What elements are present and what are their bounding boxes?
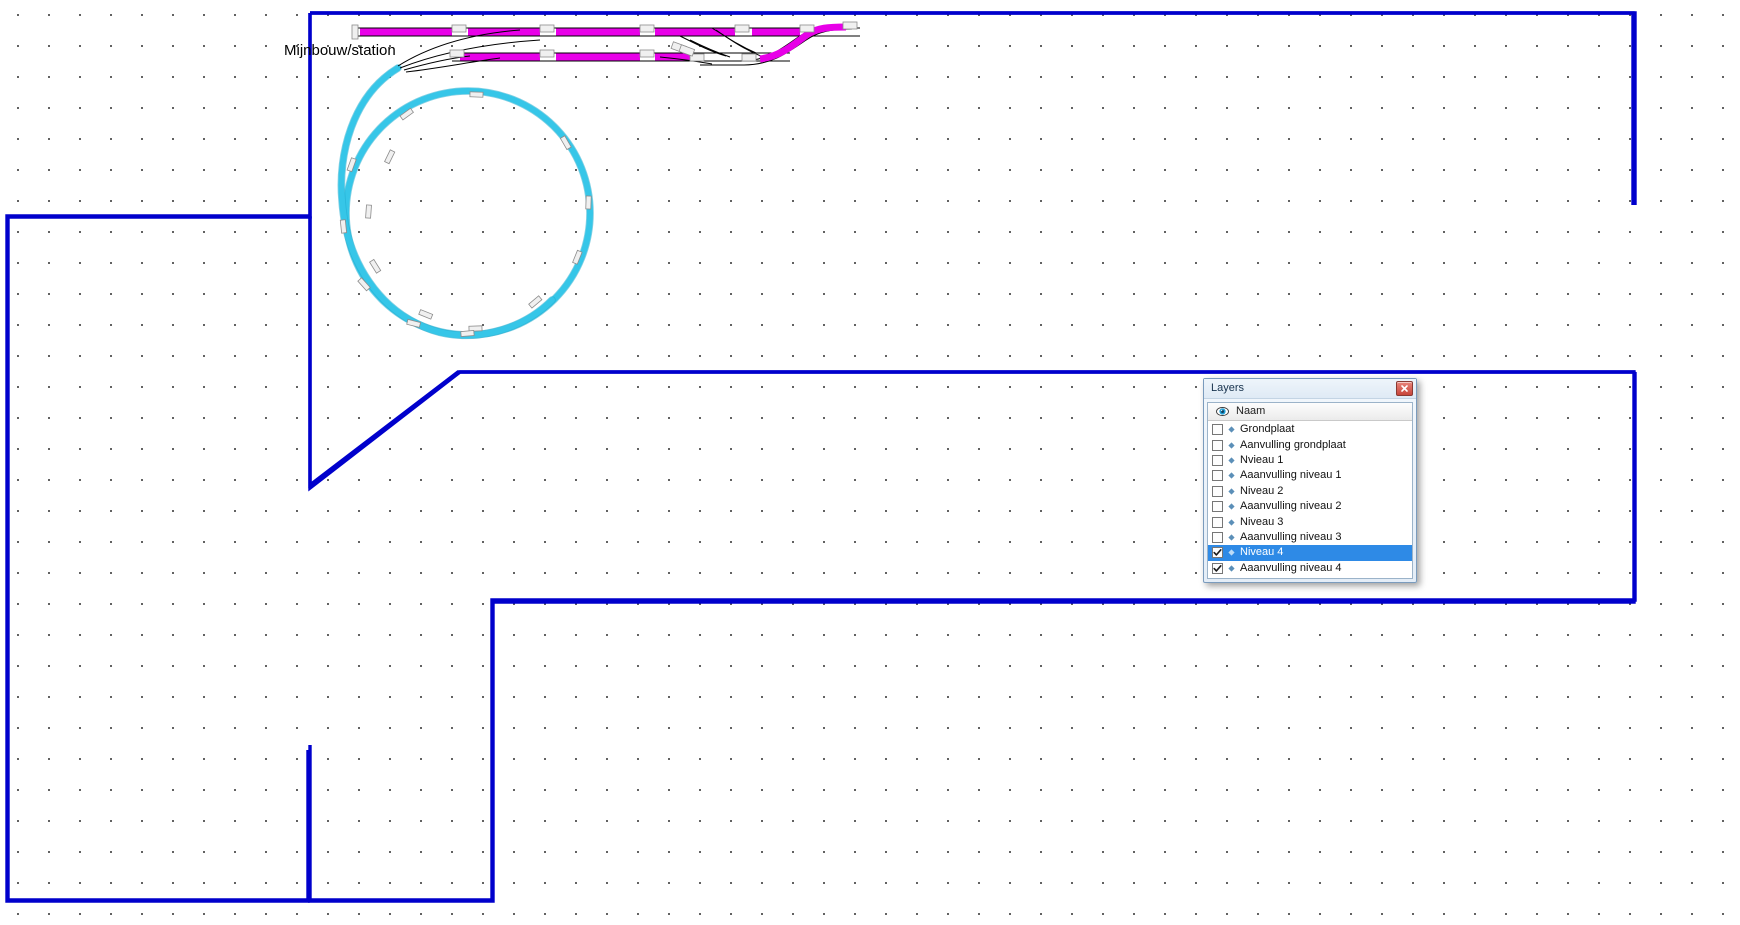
layer-visibility-checkbox[interactable] (1212, 516, 1223, 528)
layer-color-swatch-icon (1227, 472, 1236, 479)
station-yard-tracks[interactable] (351, 21, 860, 73)
layer-color-swatch-icon (1227, 534, 1236, 541)
layer-color-swatch-icon (1227, 488, 1236, 495)
layer-row[interactable]: Niveau 2 (1208, 484, 1412, 499)
layers-panel-body: Naam Grondplaat Aanvulling grondplaat Nvie… (1207, 402, 1413, 579)
baseplate-outline-mid (308, 217, 1635, 489)
eye-icon[interactable] (1211, 406, 1233, 417)
layer-row[interactable]: Aanvulling grondplaat (1208, 437, 1412, 452)
baseplate-outline-left (6, 13, 312, 902)
layer-row[interactable]: Niveau 3 (1208, 514, 1412, 529)
design-canvas[interactable]: .bp { fill:none; stroke:#0000CC; stroke-… (0, 0, 1740, 925)
layer-color-swatch-icon (1227, 457, 1236, 464)
layer-row[interactable]: Aaanvulling niveau 4 (1208, 561, 1412, 576)
layer-row[interactable]: Aaanvulling niveau 2 (1208, 499, 1412, 514)
layers-column-header-name: Naam (1236, 405, 1266, 417)
layers-panel[interactable]: Layers Naam Grondplaat Aanvulling grondp… (1203, 378, 1417, 583)
layer-visibility-checkbox[interactable] (1212, 454, 1223, 466)
layer-visibility-checkbox[interactable] (1212, 547, 1223, 559)
layer-color-swatch-icon (1227, 503, 1236, 510)
layer-name-label: Aaanvulling niveau 2 (1240, 500, 1342, 513)
layer-visibility-checkbox[interactable] (1212, 531, 1223, 543)
close-icon[interactable] (1396, 381, 1413, 396)
layer-color-swatch-icon (1227, 518, 1236, 526)
layer-visibility-checkbox[interactable] (1212, 562, 1223, 574)
layers-panel-title: Layers (1211, 382, 1245, 394)
layer-visibility-checkbox[interactable] (1212, 424, 1223, 436)
layer-row[interactable]: Aaanvulling niveau 1 (1208, 468, 1412, 483)
layer-name-label: Niveau 3 (1240, 515, 1284, 528)
layers-table-header: Naam (1208, 403, 1412, 421)
layers-list[interactable]: Grondplaat Aanvulling grondplaat Nvieau 1 A… (1208, 421, 1412, 578)
layer-visibility-checkbox[interactable] (1212, 485, 1223, 497)
layer-name-label: Niveau 4 (1239, 546, 1412, 560)
layers-panel-titlebar[interactable]: Layers (1204, 379, 1416, 399)
layer-color-swatch-icon (1227, 426, 1236, 433)
layer-name-label: Aaanvulling niveau 1 (1240, 469, 1342, 482)
baseplate-outline-top (310, 11, 1637, 205)
layer-name-label: Aaanvulling niveau 3 (1240, 530, 1342, 543)
track-layout-editor: .bp { fill:none; stroke:#0000CC; stroke-… (0, 0, 1740, 925)
layer-color-swatch-icon (1227, 441, 1236, 449)
layer-color-swatch-icon (1227, 549, 1236, 556)
layer-visibility-checkbox[interactable] (1212, 501, 1223, 513)
layer-name-label: Niveau 2 (1240, 484, 1284, 497)
track-drawing[interactable]: .bp { fill:none; stroke:#0000CC; stroke-… (0, 0, 1740, 925)
layer-row[interactable]: Nvieau 1 (1208, 453, 1412, 468)
layer-color-swatch-icon (1227, 565, 1236, 572)
layer-name-label: Nvieau 1 (1240, 453, 1284, 466)
layer-visibility-checkbox[interactable] (1212, 470, 1223, 482)
layer-row[interactable]: Aaanvulling niveau 3 (1208, 530, 1412, 545)
layer-name-label: Grondplaat (1240, 423, 1295, 436)
map-label-mijnbouw-station: Mijnbouw/station (284, 42, 396, 59)
layer-name-label: Aaanvulling niveau 4 (1240, 561, 1342, 574)
layer-row[interactable]: Niveau 4 (1208, 545, 1412, 561)
layer-name-label: Aanvulling grondplaat (1240, 438, 1346, 451)
layer-visibility-checkbox[interactable] (1212, 439, 1223, 451)
layer-row[interactable]: Grondplaat (1208, 422, 1412, 437)
baseplate-outline-lower (310, 372, 1637, 902)
